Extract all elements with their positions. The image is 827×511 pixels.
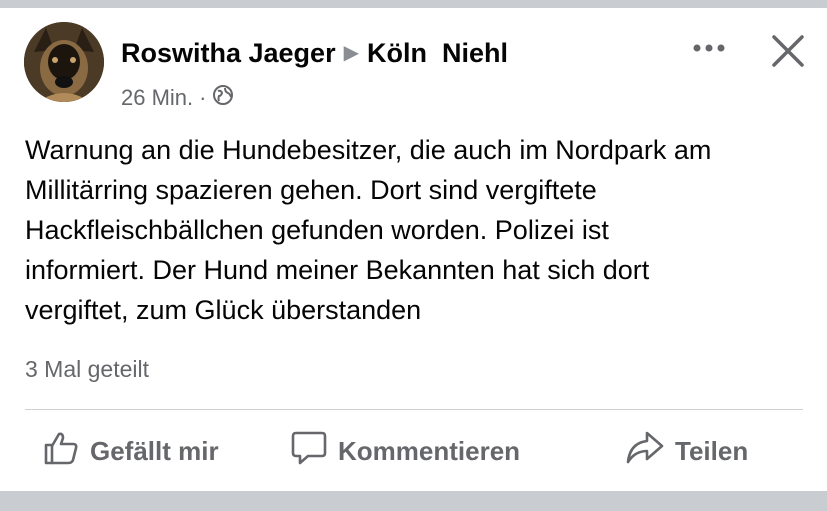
like-button[interactable]: Gefällt mir xyxy=(42,428,219,474)
more-dots-icon xyxy=(693,44,725,52)
group-name[interactable]: Köln Niehl xyxy=(367,38,508,68)
timestamp[interactable]: 26 Min. xyxy=(121,85,193,111)
post-text-line: Hackfleischbällchen gefunden worden. Pol… xyxy=(25,215,609,245)
more-options-button[interactable] xyxy=(688,32,730,64)
close-button[interactable] xyxy=(766,30,810,72)
feed-background-bottom xyxy=(0,491,827,511)
post-text-line: Warnung an die Hundebesitzer, die auch i… xyxy=(25,135,712,165)
meta-separator: · xyxy=(199,85,207,110)
comment-button[interactable]: Kommentieren xyxy=(290,428,520,474)
comment-bubble-icon xyxy=(290,429,328,474)
share-label: Teilen xyxy=(675,435,749,466)
post-text-line: vergiftet, zum Glück überstanden xyxy=(25,295,422,325)
author-name[interactable]: Roswitha Jaeger xyxy=(121,38,336,68)
thumbs-up-icon xyxy=(42,429,80,474)
share-arrow-icon xyxy=(625,429,665,474)
like-label: Gefällt mir xyxy=(90,435,219,466)
divider xyxy=(25,409,803,410)
share-button[interactable]: Teilen xyxy=(625,428,748,474)
post-text: Warnung an die Hundebesitzer, die auch i… xyxy=(25,130,815,330)
comment-label: Kommentieren xyxy=(338,435,521,466)
post-text-line: informiert. Der Hund meiner Bekannten ha… xyxy=(25,255,650,285)
feed-background-top xyxy=(0,0,827,8)
avatar[interactable] xyxy=(24,22,104,102)
close-icon xyxy=(772,35,804,67)
play-arrow-icon: ▶ xyxy=(343,42,359,64)
globe-icon xyxy=(212,84,234,112)
post-meta: 26 Min. · xyxy=(121,84,234,112)
share-count[interactable]: 3 Mal geteilt xyxy=(25,356,149,383)
post-text-line: Millitärring spazieren gehen. Dort sind … xyxy=(25,175,597,205)
post-header: Roswitha Jaeger ▶ Köln Niehl xyxy=(121,38,508,69)
